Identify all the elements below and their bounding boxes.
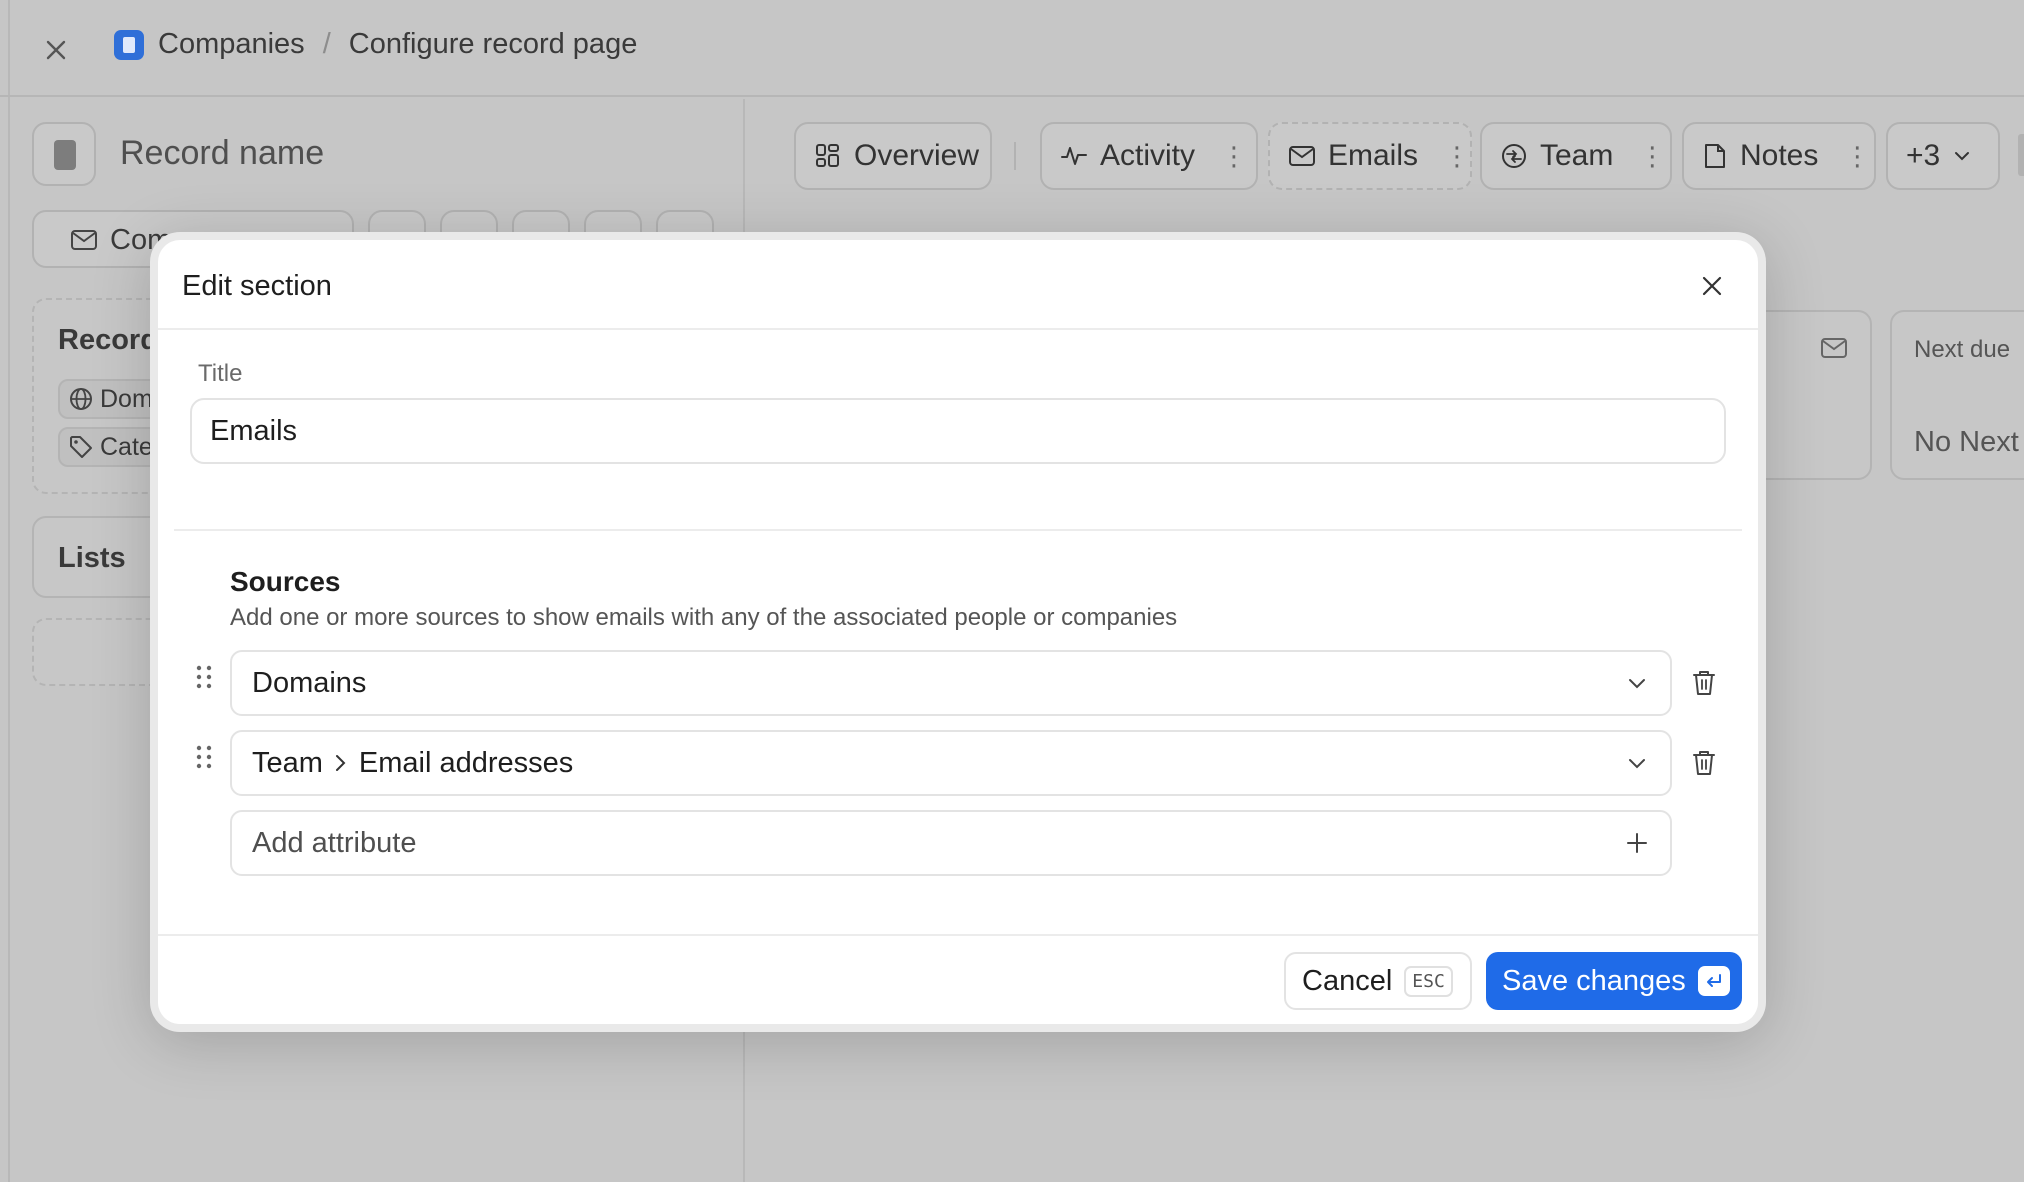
globe-icon: [70, 388, 92, 410]
breadcrumb-object[interactable]: Companies: [158, 28, 305, 61]
modal-header: Edit section: [158, 240, 1758, 330]
tab-overflow-edge: [2018, 134, 2024, 176]
tab-more-icon[interactable]: ⋮: [1444, 141, 1470, 172]
title-input[interactable]: [190, 398, 1726, 464]
source-value: Domains: [252, 667, 1624, 700]
sources-heading: Sources: [230, 566, 341, 597]
tab-label: Team: [1540, 139, 1614, 172]
next-due-label: Next due: [1914, 336, 2011, 363]
chevron-down-icon: [1955, 152, 1970, 161]
source-select-domains[interactable]: Domains: [230, 650, 1672, 716]
breadcrumb-separator: /: [322, 28, 331, 60]
top-bar: Companies / Configure record page: [0, 0, 2024, 97]
companies-object-icon: [114, 29, 144, 60]
tab-more-tabs[interactable]: +3: [1886, 122, 2000, 190]
add-attribute-label: Add attribute: [252, 826, 417, 859]
tab-team[interactable]: Team ⋮: [1480, 122, 1672, 190]
source-part: Email addresses: [358, 746, 574, 779]
tab-label: +3: [1906, 139, 1941, 172]
attribute-chip-label: Cate: [100, 432, 153, 461]
tag-icon: [70, 436, 92, 458]
window-edge: [8, 0, 10, 1182]
record-details-title: Record: [58, 324, 158, 356]
activity-icon: [1061, 147, 1087, 165]
tab-overview[interactable]: Overview: [794, 122, 992, 190]
tab-activity[interactable]: Activity ⋮: [1040, 122, 1258, 190]
mail-icon: [71, 230, 97, 250]
mail-icon: [1289, 146, 1315, 166]
source-select-team-email[interactable]: Team Email addresses: [230, 730, 1672, 796]
close-icon[interactable]: [1698, 272, 1726, 300]
breadcrumb-page: Configure record page: [348, 28, 638, 60]
tab-divider: [1014, 142, 1016, 170]
record-name: Record name: [120, 134, 325, 172]
plus-icon: [1627, 833, 1647, 853]
mail-check-icon: [1821, 338, 1847, 358]
title-field-label: Title: [198, 360, 243, 387]
cancel-label: Cancel: [1302, 964, 1393, 997]
breadcrumb: Companies / Configure record page: [114, 28, 637, 61]
tab-label: Overview: [854, 139, 980, 172]
add-attribute-button[interactable]: Add attribute: [230, 810, 1672, 876]
tab-notes[interactable]: Notes ⋮: [1682, 122, 1876, 190]
overview-grid-icon: [816, 144, 839, 167]
record-avatar-icon: [32, 122, 96, 186]
sources-description: Add one or more sources to show emails w…: [230, 604, 1178, 631]
chevron-down-icon: [1629, 679, 1645, 689]
esc-shortcut-badge: ESC: [1404, 965, 1453, 997]
source-part: Domains: [252, 666, 367, 699]
tab-more-icon[interactable]: ⋮: [1221, 141, 1247, 172]
save-label: Save changes: [1502, 964, 1686, 997]
chevron-down-icon: [1629, 759, 1645, 769]
tab-label: Notes: [1740, 139, 1819, 172]
return-arrow-icon: [1706, 974, 1721, 987]
close-page-icon[interactable]: [40, 34, 72, 66]
source-value: Team Email addresses: [252, 747, 1624, 780]
lists-card-title: Lists: [58, 542, 126, 574]
trash-icon[interactable]: [1690, 748, 1718, 778]
attribute-chip-label: Dom: [100, 384, 153, 413]
note-icon: [1705, 144, 1725, 168]
save-changes-button[interactable]: Save changes: [1486, 952, 1742, 1010]
tab-label: Activity: [1100, 139, 1196, 172]
tab-label: Emails: [1328, 139, 1419, 172]
edit-section-modal: Edit section Title Sources Add one or mo…: [158, 240, 1758, 1024]
section-divider: [174, 529, 1742, 531]
drag-handle-icon[interactable]: [192, 742, 216, 772]
drag-handle-icon[interactable]: [192, 662, 216, 692]
next-due-card: Next due No Next: [1890, 310, 2024, 480]
team-icon: [1502, 144, 1526, 168]
source-part: Team: [252, 746, 323, 779]
chevron-right-icon: [335, 755, 346, 771]
tab-more-icon[interactable]: ⋮: [1639, 141, 1665, 172]
tab-more-icon[interactable]: ⋮: [1844, 141, 1870, 172]
trash-icon[interactable]: [1690, 668, 1718, 698]
enter-key-icon: [1697, 966, 1730, 996]
modal-title: Edit section: [182, 270, 332, 302]
cancel-button[interactable]: Cancel ESC: [1284, 952, 1472, 1010]
next-due-value: No Next: [1914, 426, 2019, 458]
tab-emails[interactable]: Emails ⋮: [1268, 122, 1472, 190]
